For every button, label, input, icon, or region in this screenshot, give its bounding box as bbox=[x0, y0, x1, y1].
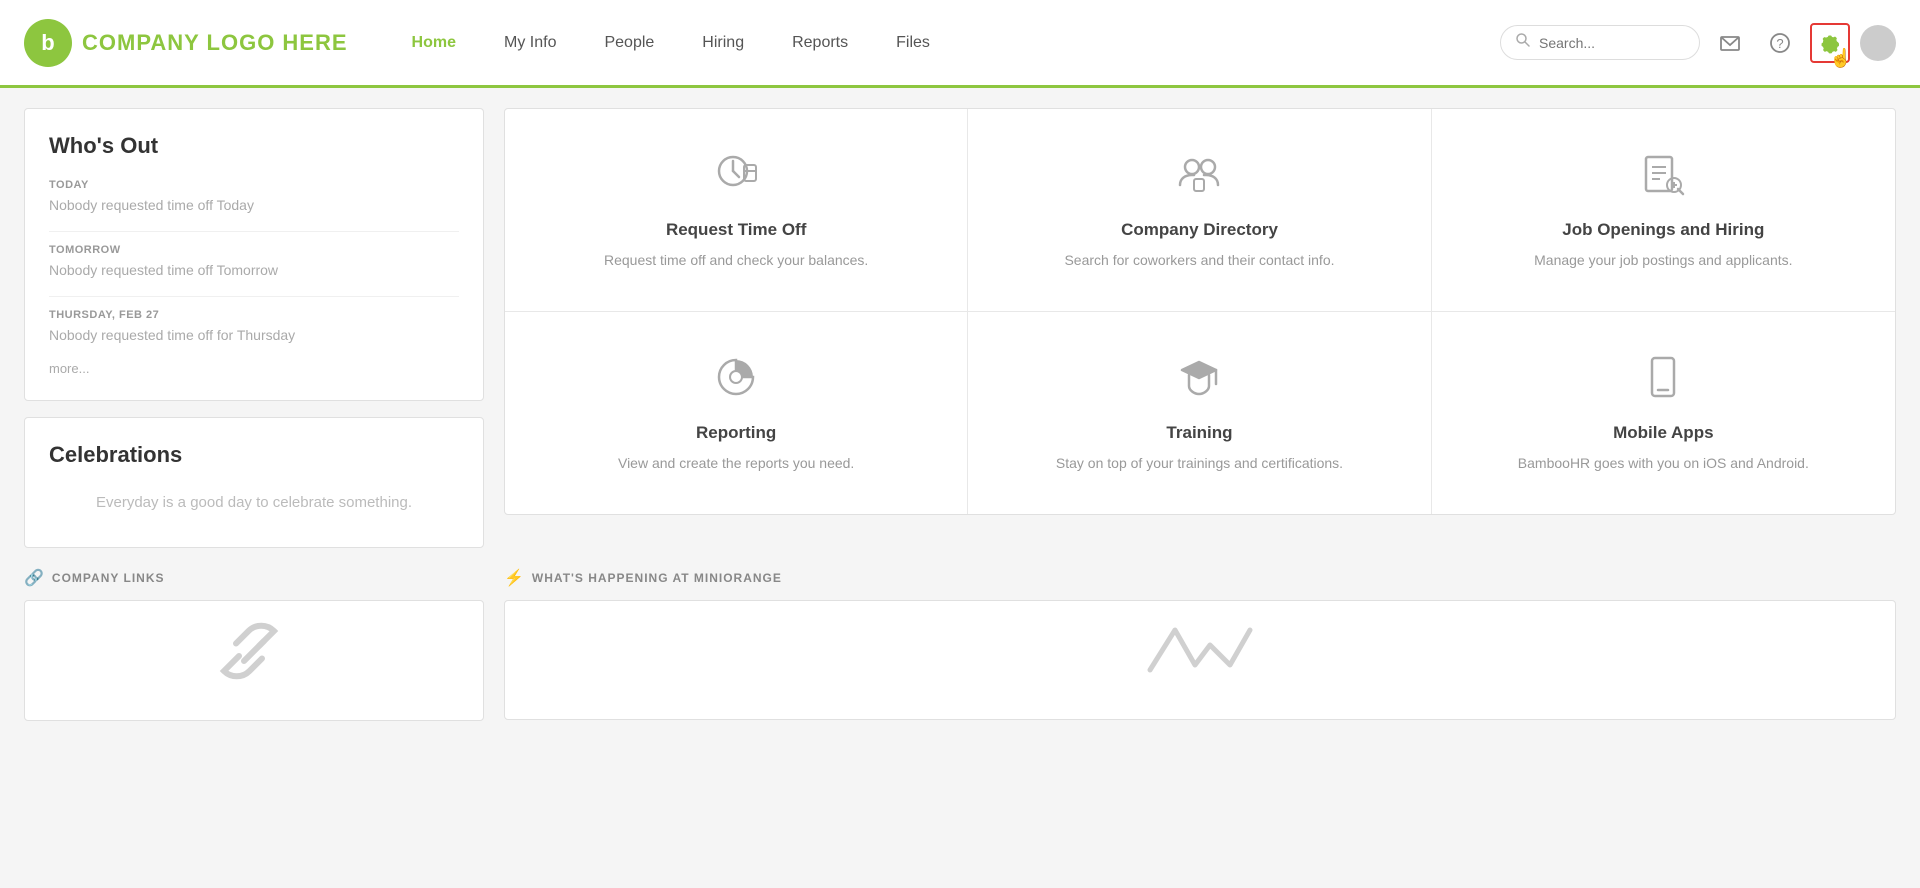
activity-icon-large bbox=[1140, 610, 1260, 709]
tomorrow-section: TOMORROW Nobody requested time off Tomor… bbox=[49, 244, 459, 278]
cursor-icon: ☝ bbox=[1830, 48, 1852, 69]
help-button[interactable]: ? bbox=[1760, 23, 1800, 63]
whos-out-card: Who's Out TODAY Nobody requested time of… bbox=[24, 108, 484, 401]
directory-icon bbox=[1174, 149, 1224, 206]
nav-files[interactable]: Files bbox=[872, 0, 954, 87]
mobile-icon bbox=[1638, 352, 1688, 409]
time-off-desc: Request time off and check your balances… bbox=[604, 250, 868, 271]
link-section-icon: 🔗 bbox=[24, 568, 44, 588]
quick-link-training[interactable]: Training Stay on top of your trainings a… bbox=[968, 312, 1431, 514]
reporting-icon bbox=[711, 352, 761, 409]
time-off-icon bbox=[711, 149, 761, 206]
quick-links-grid: Request Time Off Request time off and ch… bbox=[504, 108, 1896, 515]
mobile-title: Mobile Apps bbox=[1613, 423, 1713, 443]
header: b COMPANY LOGO HERE Home My Info People … bbox=[0, 0, 1920, 88]
quick-link-time-off[interactable]: Request Time Off Request time off and ch… bbox=[505, 109, 968, 312]
celebrations-empty-text: Everyday is a good day to celebrate some… bbox=[49, 484, 459, 523]
link-icon-large bbox=[204, 601, 304, 720]
quick-link-directory[interactable]: Company Directory Search for coworkers a… bbox=[968, 109, 1431, 312]
whats-happening-label: WHAT'S HAPPENING AT MINIORANGE bbox=[532, 571, 782, 585]
left-panel: Who's Out TODAY Nobody requested time of… bbox=[24, 108, 484, 548]
thursday-section: THURSDAY, FEB 27 Nobody requested time o… bbox=[49, 309, 459, 343]
divider-1 bbox=[49, 231, 459, 232]
quick-link-hiring[interactable]: Job Openings and Hiring Manage your job … bbox=[1432, 109, 1895, 312]
reporting-desc: View and create the reports you need. bbox=[618, 453, 854, 474]
today-label: TODAY bbox=[49, 179, 459, 191]
whats-happening-header: ⚡ WHAT'S HAPPENING AT MINIORANGE bbox=[504, 568, 1896, 588]
company-links-label: COMPANY LINKS bbox=[52, 571, 165, 585]
nav-hiring[interactable]: Hiring bbox=[678, 0, 768, 87]
logo-icon: b bbox=[24, 19, 72, 67]
quick-link-mobile[interactable]: Mobile Apps BambooHR goes with you on iO… bbox=[1432, 312, 1895, 514]
today-text: Nobody requested time off Today bbox=[49, 197, 459, 213]
company-links-card bbox=[24, 600, 484, 721]
whats-happening-card bbox=[504, 600, 1896, 720]
whos-out-title: Who's Out bbox=[49, 133, 459, 159]
celebrations-title: Celebrations bbox=[49, 442, 459, 468]
header-right: ? ☝ bbox=[1500, 23, 1896, 63]
whats-happening-section: ⚡ WHAT'S HAPPENING AT MINIORANGE bbox=[504, 568, 1896, 721]
search-icon bbox=[1515, 32, 1531, 53]
hiring-icon bbox=[1638, 149, 1688, 206]
nav-reports[interactable]: Reports bbox=[768, 0, 872, 87]
thursday-text: Nobody requested time off for Thursday bbox=[49, 327, 459, 343]
reporting-title: Reporting bbox=[696, 423, 776, 443]
more-label[interactable]: more... bbox=[49, 361, 459, 376]
activity-section-icon: ⚡ bbox=[504, 568, 524, 588]
logo-area: b COMPANY LOGO HERE bbox=[24, 19, 348, 67]
celebrations-card: Celebrations Everyday is a good day to c… bbox=[24, 417, 484, 548]
mobile-desc: BambooHR goes with you on iOS and Androi… bbox=[1518, 453, 1809, 474]
company-links-header: 🔗 COMPANY LINKS bbox=[24, 568, 484, 588]
svg-text:?: ? bbox=[1776, 36, 1783, 51]
today-section: TODAY Nobody requested time off Today bbox=[49, 179, 459, 213]
directory-desc: Search for coworkers and their contact i… bbox=[1064, 250, 1334, 271]
search-box[interactable] bbox=[1500, 25, 1700, 60]
tomorrow-label: TOMORROW bbox=[49, 244, 459, 256]
training-icon bbox=[1174, 352, 1224, 409]
right-panel: Request Time Off Request time off and ch… bbox=[504, 108, 1896, 548]
directory-title: Company Directory bbox=[1121, 220, 1278, 240]
company-links-section: 🔗 COMPANY LINKS bbox=[24, 568, 484, 721]
settings-button[interactable]: ☝ bbox=[1810, 23, 1850, 63]
avatar[interactable] bbox=[1860, 25, 1896, 61]
training-desc: Stay on top of your trainings and certif… bbox=[1056, 453, 1343, 474]
logo-text: COMPANY LOGO HERE bbox=[82, 30, 348, 56]
nav-people[interactable]: People bbox=[580, 0, 678, 87]
inbox-button[interactable] bbox=[1710, 23, 1750, 63]
time-off-title: Request Time Off bbox=[666, 220, 806, 240]
nav-myinfo[interactable]: My Info bbox=[480, 0, 580, 87]
tomorrow-text: Nobody requested time off Tomorrow bbox=[49, 262, 459, 278]
search-input[interactable] bbox=[1539, 35, 1685, 51]
nav-home[interactable]: Home bbox=[388, 0, 480, 87]
hiring-title: Job Openings and Hiring bbox=[1562, 220, 1764, 240]
hiring-desc: Manage your job postings and applicants. bbox=[1534, 250, 1792, 271]
divider-2 bbox=[49, 296, 459, 297]
main-content: Who's Out TODAY Nobody requested time of… bbox=[0, 88, 1920, 568]
quick-link-reporting[interactable]: Reporting View and create the reports yo… bbox=[505, 312, 968, 514]
thursday-label: THURSDAY, FEB 27 bbox=[49, 309, 459, 321]
training-title: Training bbox=[1166, 423, 1232, 443]
bottom-section: 🔗 COMPANY LINKS ⚡ WHAT'S HAPPENING AT MI… bbox=[0, 568, 1920, 741]
main-nav: Home My Info People Hiring Reports Files bbox=[388, 0, 1500, 87]
